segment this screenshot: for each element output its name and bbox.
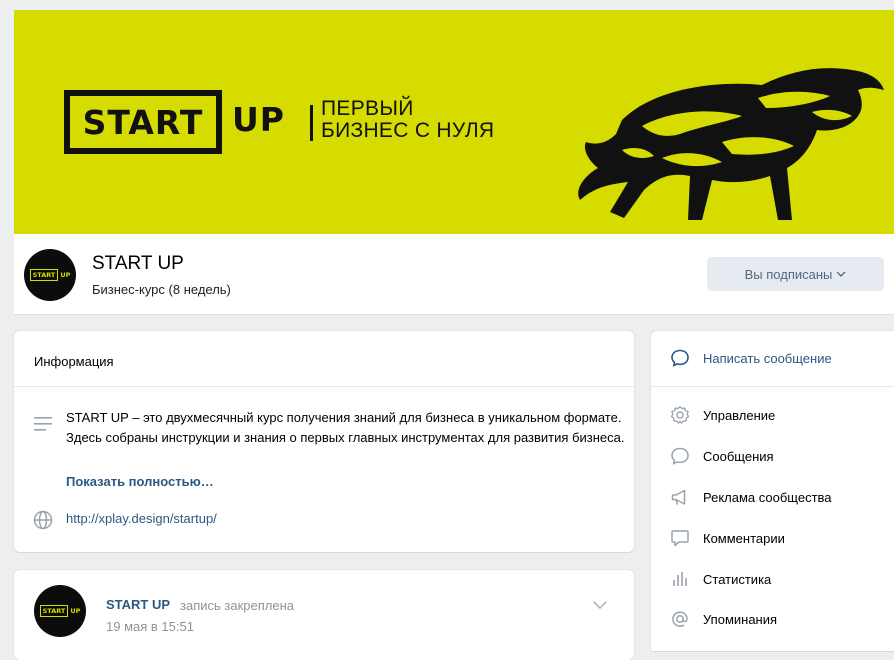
banner-tagline-line1: ПЕРВЫЙ <box>321 97 414 120</box>
show-more-link[interactable]: Показать полностью… <box>66 474 214 489</box>
sidebar-item-label: Управление <box>703 407 776 423</box>
gear-icon <box>669 404 691 426</box>
globe-icon <box>33 510 53 530</box>
avatar-logo: START UP <box>29 269 71 281</box>
subscribed-button[interactable]: Вы подписаны <box>707 257 884 291</box>
post-menu-chevron-icon[interactable] <box>592 600 608 610</box>
sidebar-item-stats[interactable]: Статистика <box>669 568 771 590</box>
sidebar-item-write-message[interactable]: Написать сообщение <box>669 347 832 369</box>
sidebar-item-messages[interactable]: Сообщения <box>669 445 774 467</box>
group-header: START UP START UP Бизнес-курс (8 недель)… <box>14 234 894 315</box>
group-description: START UP – это двухмесячный курс получен… <box>66 410 625 445</box>
stats-icon <box>669 568 691 590</box>
sidebar-item-mentions[interactable]: Упоминания <box>669 608 777 630</box>
sidebar-item-label: Сообщения <box>703 448 774 464</box>
sidebar-item-label: Реклама сообщества <box>703 489 832 505</box>
avatar-logo-up: UP <box>60 271 71 279</box>
chat-icon <box>669 445 691 467</box>
sidebar-item-label: Комментарии <box>703 530 785 546</box>
post-avatar-logo-start: START <box>39 605 69 617</box>
sidebar-actions-card: Написать сообщение Управление Сообщения … <box>651 331 894 651</box>
post-author-avatar[interactable]: START UP <box>34 585 86 637</box>
banner-tagline-line2: БИЗНЕС С НУЛЯ <box>321 119 495 142</box>
group-avatar[interactable]: START UP <box>24 249 76 301</box>
bull-illustration <box>578 68 884 220</box>
megaphone-icon <box>669 486 691 508</box>
post-avatar-logo-up: UP <box>70 607 81 615</box>
group-name: START UP <box>92 253 184 274</box>
info-card: Информация START UP – это двухмесячный к… <box>14 331 634 552</box>
top-strip <box>0 0 894 10</box>
sidebar-divider <box>651 386 894 387</box>
info-divider <box>14 386 634 387</box>
avatar-logo-start: START <box>29 269 59 281</box>
message-bubble-icon <box>669 347 691 369</box>
sidebar-item-label: Написать сообщение <box>703 350 832 366</box>
at-icon <box>669 608 691 630</box>
post-author-link[interactable]: START UP <box>106 597 170 612</box>
banner-logo-up: UP <box>232 100 285 139</box>
post-avatar-logo: START UP <box>39 605 81 617</box>
group-status: Бизнес-курс (8 недель) <box>92 282 231 297</box>
chevron-down-icon <box>836 271 846 277</box>
sidebar-item-manage[interactable]: Управление <box>669 404 775 426</box>
info-title: Информация <box>34 354 114 369</box>
description-lines-icon <box>34 417 52 431</box>
comment-icon <box>669 527 691 549</box>
banner-logo-start: START <box>64 90 222 154</box>
website-link[interactable]: http://xplay.design/startup/ <box>66 511 217 526</box>
banner-separator <box>310 105 313 141</box>
pinned-post-card: START UP START UP запись закреплена 19 м… <box>14 570 634 660</box>
banner-tagline: ПЕРВЫЙ БИЗНЕС С НУЛЯ <box>321 98 494 142</box>
sidebar-item-comments[interactable]: Комментарии <box>669 527 785 549</box>
sidebar-item-ads[interactable]: Реклама сообщества <box>669 486 832 508</box>
post-action-text: запись закреплена <box>180 598 294 613</box>
subscribed-label: Вы подписаны <box>744 266 833 282</box>
sidebar-item-label: Статистика <box>703 571 772 587</box>
post-date[interactable]: 19 мая в 15:51 <box>106 619 194 634</box>
group-cover-banner: START UP ПЕРВЫЙ БИЗНЕС С НУЛЯ <box>14 10 894 234</box>
sidebar-item-label: Упоминания <box>703 611 778 627</box>
